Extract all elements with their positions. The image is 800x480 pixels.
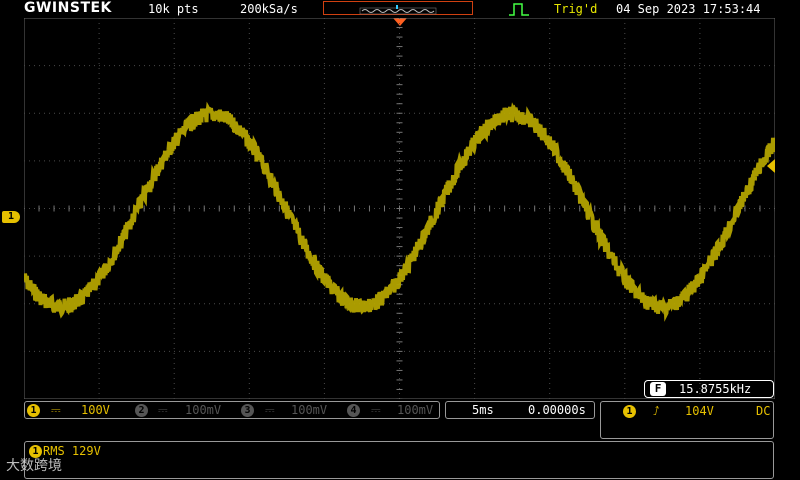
sample-rate: 200kSa/s — [240, 2, 298, 16]
channel-status-bar: 1 ⎓ 100V 2 ⎓ 100mV 3 ⎓ 100mV 4 ⎓ 100mV — [24, 401, 440, 419]
top-status-bar: GWINSTEK 10k pts 200kSa/s Trig'd 04 Sep … — [0, 0, 800, 18]
ch2-badge[interactable]: 2 — [135, 404, 148, 417]
trigger-settings-box[interactable]: 1 ⭜ 104V DC — [600, 401, 774, 439]
ch4-coupling-icon: ⎓ — [371, 403, 381, 417]
graticule — [22, 17, 777, 400]
record-length: 10k pts — [148, 2, 199, 16]
timebase-position: 0.00000s — [528, 403, 586, 417]
measurement-panel: 1 RMS 129V — [24, 441, 774, 479]
trigger-status: Trig'd — [554, 2, 598, 16]
memory-wave-icon — [359, 5, 437, 15]
trigger-level-marker[interactable] — [767, 159, 775, 173]
ch1-scale: 100V — [81, 403, 110, 417]
trigger-coupling: DC — [756, 404, 771, 418]
ch4-badge[interactable]: 4 — [347, 404, 360, 417]
date-time: 04 Sep 2023 17:53:44 — [616, 2, 761, 16]
timebase-scale: 5ms — [472, 403, 494, 417]
brand-logo: GWINSTEK — [24, 0, 112, 16]
ch1-coupling-icon: ⎓ — [51, 403, 61, 417]
frequency-icon: F — [650, 382, 666, 396]
ch3-badge[interactable]: 3 — [241, 404, 254, 417]
trigger-level: 104V — [685, 404, 714, 418]
ch1-offset-marker[interactable]: 1 — [2, 211, 20, 223]
frequency-counter: F 15.8755kHz — [644, 380, 774, 398]
ch1-badge[interactable]: 1 — [27, 404, 40, 417]
rising-edge-icon: ⭜ — [653, 404, 660, 418]
ch2-coupling-icon: ⎓ — [158, 403, 168, 417]
trigger-edge-icon — [509, 3, 529, 16]
ch3-coupling-icon: ⎓ — [265, 403, 275, 417]
ch4-scale: 100mV — [397, 403, 434, 417]
trigger-source-badge: 1 — [623, 405, 636, 418]
timebase-box[interactable]: 5ms 0.00000s — [445, 401, 595, 419]
frequency-value: 15.8755kHz — [679, 382, 752, 396]
ch2-scale: 100mV — [185, 403, 222, 417]
ch3-scale: 100mV — [291, 403, 328, 417]
watermark: 大数跨境 — [6, 458, 62, 474]
waveform-display — [22, 17, 777, 400]
memory-bar — [323, 1, 473, 15]
